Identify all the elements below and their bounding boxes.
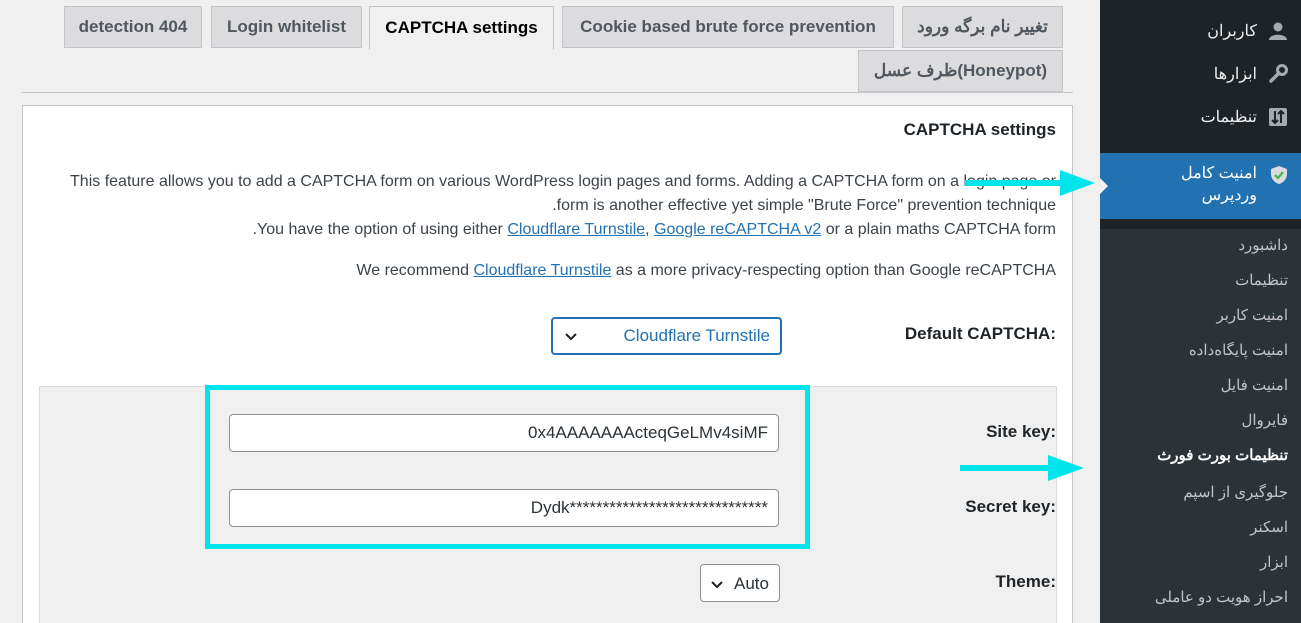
secret-key-input[interactable]: Dydk******************************	[229, 489, 779, 527]
secret-key-label: Secret key:	[965, 497, 1056, 516]
captcha-settings-panel: CAPTCHA settings This feature allows you…	[22, 105, 1073, 623]
theme-select[interactable]: Auto	[700, 564, 780, 602]
sidebar-submenu: داشبورد تنظیمات امنیت کاربر امنیت پایگاه…	[1100, 229, 1301, 623]
submenu-tools[interactable]: ابزار	[1260, 553, 1288, 571]
description-line-2: .form is another effective yet simple "B…	[552, 197, 1056, 214]
default-captcha-label: Default CAPTCHA:	[904, 324, 1056, 343]
submenu-two-factor[interactable]: احراز هویت دو عاملی	[1155, 588, 1288, 606]
cloudflare-turnstile-link[interactable]: Cloudflare Turnstile	[507, 221, 645, 238]
admin-sidebar: کاربران ابزارها تنظیمات امنیت کامل وردپر…	[1100, 0, 1301, 623]
default-captcha-value: Cloudflare Turnstile	[623, 326, 770, 345]
tab-rename-login-page[interactable]: تغییر نام برگه ورود	[902, 6, 1063, 48]
panel-title: CAPTCHA settings	[903, 120, 1056, 139]
site-key-input[interactable]: 0x4AAAAAAActeqGeLMv4siMF	[229, 414, 779, 452]
tab-label: detection 404	[78, 17, 188, 36]
submenu-spam-prevention[interactable]: جلوگیری از اسپم	[1183, 483, 1288, 501]
settings-icon	[1267, 106, 1289, 128]
submenu-settings[interactable]: تنظیمات	[1235, 271, 1288, 289]
submenu-brute-force[interactable]: تنظیمات بورت فورث	[1157, 446, 1288, 464]
active-notch	[1100, 178, 1108, 194]
wrench-icon	[1267, 63, 1289, 85]
chevron-down-icon	[711, 581, 723, 589]
user-icon	[1267, 20, 1289, 42]
chevron-down-icon	[565, 333, 577, 341]
google-recaptcha-link[interactable]: Google reCAPTCHA v2	[654, 221, 821, 238]
cloudflare-turnstile-link-2[interactable]: Cloudflare Turnstile	[474, 262, 612, 279]
sidebar-item-tools[interactable]: ابزارها	[1214, 63, 1289, 85]
sidebar-item-wp-security[interactable]: امنیت کامل وردپرس	[1100, 153, 1301, 219]
tab-label: ظرف عسل(Honeypot)	[873, 61, 1048, 80]
recommendation-text: We recommend Cloudflare Turnstile as a m…	[356, 262, 1056, 279]
description-line-1: This feature allows you to add a CAPTCHA…	[70, 173, 1056, 190]
tab-honeypot[interactable]: ظرف عسل(Honeypot)	[858, 50, 1063, 92]
tab-divider	[22, 92, 1073, 93]
tab-cookie-brute-force[interactable]: Cookie based brute force prevention	[562, 6, 894, 48]
default-captcha-select[interactable]: Cloudflare Turnstile	[551, 317, 782, 355]
submenu-scanner[interactable]: اسکنر	[1250, 518, 1288, 536]
submenu-firewall[interactable]: فایروال	[1241, 411, 1288, 429]
sidebar-item-label: امنیت کامل وردپرس	[1180, 165, 1257, 204]
theme-value: Auto	[734, 574, 769, 593]
tab-label: Cookie based brute force prevention	[580, 17, 876, 36]
tab-label: تغییر نام برگه ورود	[917, 17, 1048, 36]
sidebar-item-users[interactable]: کاربران	[1207, 20, 1289, 42]
submenu-user-security[interactable]: امنیت کاربر	[1216, 306, 1288, 324]
submenu-database-security[interactable]: امنیت پایگاه‌داده	[1189, 341, 1288, 359]
tab-label: CAPTCHA settings	[385, 18, 538, 37]
shield-icon	[1271, 166, 1287, 184]
sidebar-item-label: ابزارها	[1213, 66, 1257, 83]
sidebar-item-label: کاربران	[1207, 23, 1257, 40]
tab-label: Login whitelist	[227, 17, 346, 36]
submenu-file-security[interactable]: امنیت فایل	[1221, 376, 1288, 394]
sidebar-item-label: تنظیمات	[1200, 109, 1257, 126]
tab-404-detection[interactable]: detection 404	[64, 6, 202, 48]
submenu-dashboard[interactable]: داشبورد	[1238, 236, 1288, 254]
tab-login-whitelist[interactable]: Login whitelist	[211, 6, 362, 48]
site-key-label: Site key:	[986, 422, 1056, 441]
tab-captcha-settings[interactable]: CAPTCHA settings	[369, 6, 554, 50]
theme-label: Theme:	[995, 572, 1056, 591]
sidebar-item-settings[interactable]: تنظیمات	[1201, 106, 1289, 128]
description-line-3: .You have the option of using either Clo…	[252, 221, 1056, 238]
